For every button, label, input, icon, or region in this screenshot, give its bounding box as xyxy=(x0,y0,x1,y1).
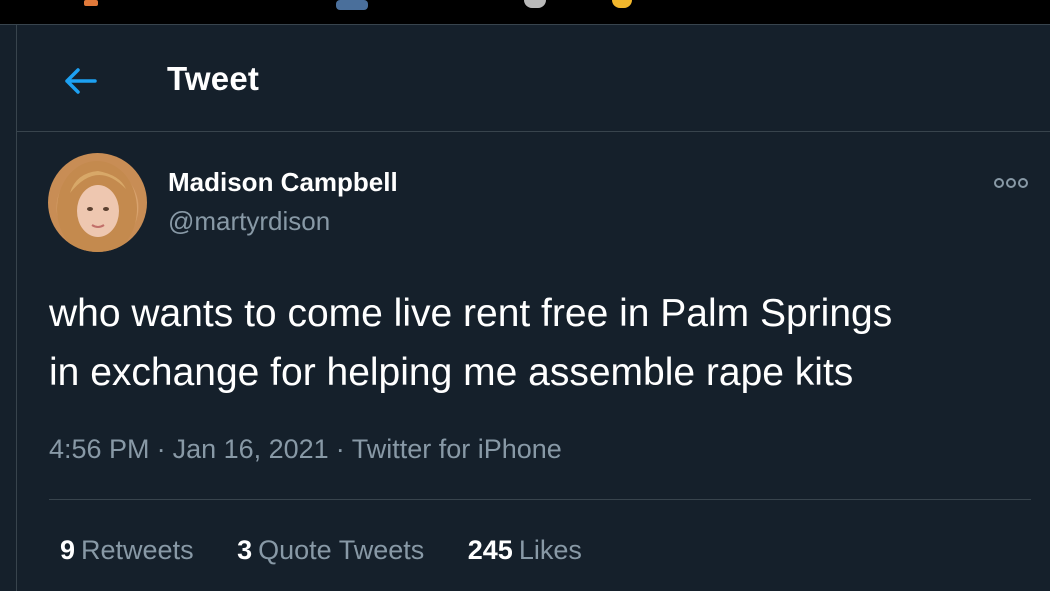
avatar-portrait xyxy=(57,161,137,252)
tweet-text-line: who wants to come live rent free in Palm… xyxy=(49,292,893,335)
author-display-name[interactable]: Madison Campbell xyxy=(168,167,398,198)
likes-label: Likes xyxy=(518,535,582,565)
quote-tweets-label: Quote Tweets xyxy=(258,535,425,565)
tweet-text-line: in exchange for helping me assemble rape… xyxy=(49,351,854,394)
page-header: Tweet xyxy=(17,25,1050,132)
divider xyxy=(49,499,1031,500)
app-icon xyxy=(84,0,98,6)
tweet-source[interactable]: Twitter for iPhone xyxy=(352,434,562,464)
tweet-text: who wants to come live rent free in Palm… xyxy=(49,284,1039,402)
tweet-stats: 9 Retweets 3 Quote Tweets 245 Likes xyxy=(60,535,618,566)
page-title: Tweet xyxy=(167,60,260,97)
avatar[interactable] xyxy=(48,153,147,252)
retweets-count: 9 xyxy=(60,535,76,565)
arrow-left-icon xyxy=(65,68,97,94)
meta-separator: · xyxy=(156,434,166,464)
quote-tweets-count: 3 xyxy=(237,535,253,565)
tweet-meta: 4:56 PM · Jan 16, 2021 · Twitter for iPhone xyxy=(49,434,562,465)
tweet-column: Tweet Madison Campbell @martyrdison who … xyxy=(16,25,1050,591)
app-icon xyxy=(524,0,546,8)
likes-count: 245 xyxy=(467,535,513,565)
meta-separator: · xyxy=(335,434,345,464)
back-button[interactable] xyxy=(61,61,101,101)
app-icon xyxy=(336,0,368,10)
quote-tweets-stat[interactable]: 3 Quote Tweets xyxy=(237,535,424,566)
more-options-icon xyxy=(994,178,1028,188)
browser-top-bar xyxy=(0,0,1050,25)
more-options-button[interactable] xyxy=(991,173,1031,193)
author-handle[interactable]: @martyrdison xyxy=(168,206,330,237)
tweet-date[interactable]: Jan 16, 2021 xyxy=(173,434,329,464)
retweets-label: Retweets xyxy=(81,535,194,565)
likes-stat[interactable]: 245 Likes xyxy=(468,535,582,566)
retweets-stat[interactable]: 9 Retweets xyxy=(60,535,194,566)
tweet-timestamp[interactable]: 4:56 PM xyxy=(49,434,150,464)
app-icon xyxy=(612,0,632,8)
